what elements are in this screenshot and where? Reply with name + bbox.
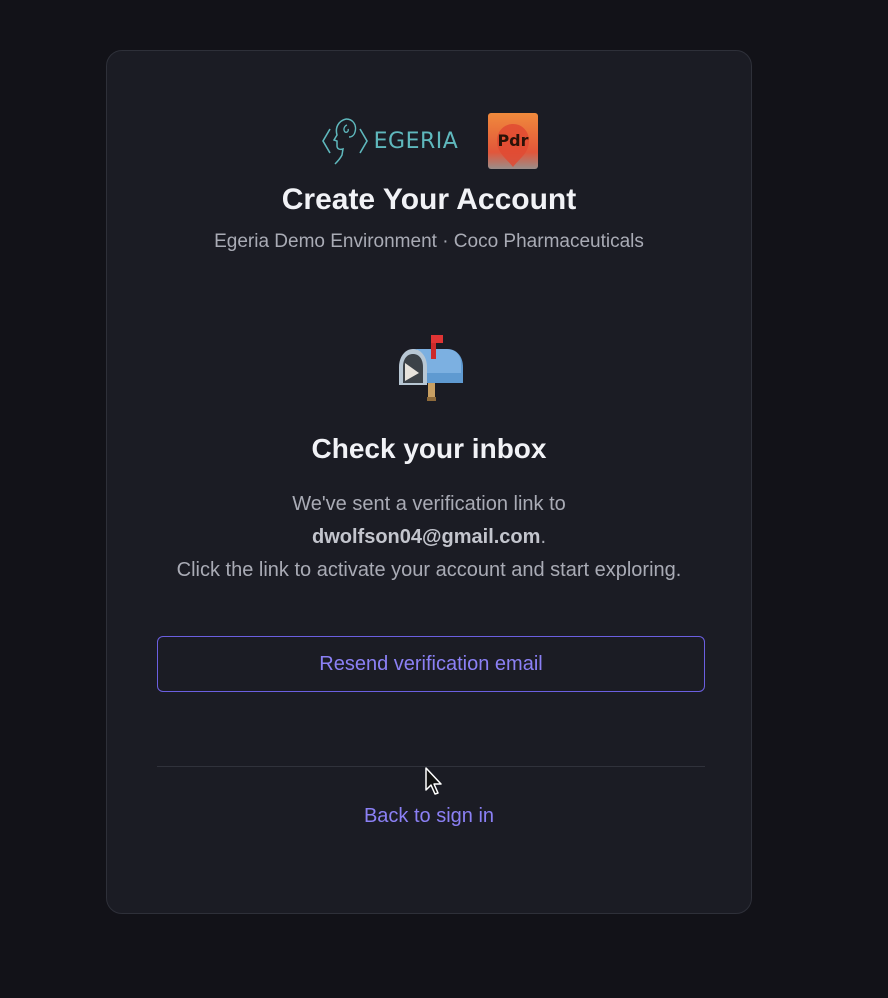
- message-prefix: We've sent a verification link to: [292, 493, 566, 515]
- page-title: Create Your Account: [281, 183, 577, 216]
- mailbox-icon: [395, 333, 467, 405]
- page-subtitle: Egeria Demo Environment · Coco Pharmaceu…: [214, 231, 644, 252]
- pdr-wordmark: Pdr: [498, 131, 529, 150]
- egeria-face-icon: [321, 118, 368, 165]
- mouse-cursor-icon: [425, 767, 442, 795]
- pdr-logo: Pdr: [488, 113, 539, 169]
- egeria-wordmark: EGERIA: [373, 128, 459, 154]
- message-period: .: [540, 526, 546, 548]
- resend-verification-button[interactable]: Resend verification email: [157, 636, 705, 692]
- egeria-logo: EGERIA: [320, 113, 459, 169]
- status-heading: Check your inbox: [311, 433, 547, 464]
- logo-row: EGERIA Pdr: [107, 113, 751, 169]
- email-address: dwolfson04@gmail.com: [312, 526, 541, 548]
- message-instructions: Click the link to activate your account …: [176, 559, 682, 581]
- verification-message: We've sent a verification link to dwolfs…: [167, 488, 691, 587]
- back-to-sign-in-link[interactable]: Back to sign in: [107, 805, 751, 828]
